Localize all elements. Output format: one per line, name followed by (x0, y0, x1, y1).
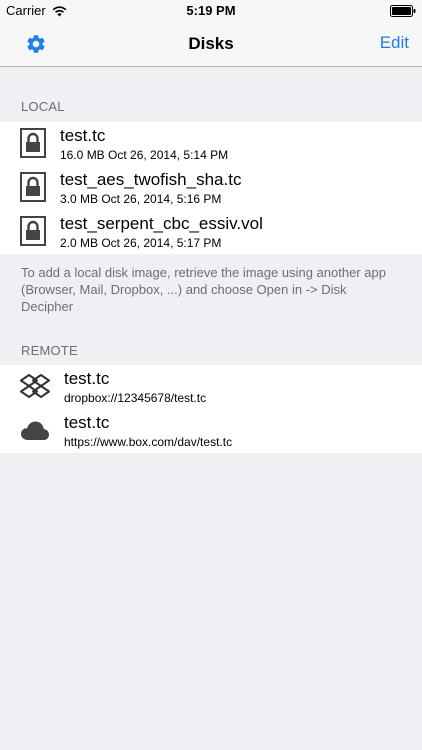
local-section-header: LOCAL (21, 99, 65, 114)
disk-name: test.tc (60, 126, 106, 145)
dropbox-icon (20, 374, 50, 398)
disk-detail: 16.0 MB Oct 26, 2014, 5:14 PM (60, 148, 229, 162)
remote-disk-list: test.tc dropbox://12345678/test.tc test.… (0, 365, 422, 453)
disk-detail: https://www.box.com/dav/test.tc (64, 435, 233, 449)
status-time: 5:19 PM (186, 3, 236, 18)
page-title: Disks (188, 34, 234, 53)
local-section-footer: To add a local disk image, retrieve the … (21, 265, 386, 314)
disk-name: test.tc (64, 369, 110, 388)
disk-detail: 3.0 MB Oct 26, 2014, 5:16 PM (60, 192, 222, 206)
local-disk-row[interactable]: test_aes_twofish_sha.tc 3.0 MB Oct 26, 2… (0, 166, 422, 210)
local-disk-row[interactable]: test.tc 16.0 MB Oct 26, 2014, 5:14 PM (0, 122, 422, 166)
nav-bar: Disks Edit (0, 22, 422, 67)
status-bar: Carrier 5:19 PM (0, 0, 422, 22)
lock-icon (20, 128, 46, 158)
local-disk-list: test.tc 16.0 MB Oct 26, 2014, 5:14 PM te… (0, 122, 422, 254)
lock-icon (20, 172, 46, 202)
disk-name: test_serpent_cbc_essiv.vol (60, 214, 263, 233)
local-disk-row[interactable]: test_serpent_cbc_essiv.vol 2.0 MB Oct 26… (0, 210, 422, 254)
battery-icon (390, 5, 416, 17)
lock-icon (20, 216, 46, 246)
remote-disk-row[interactable]: test.tc dropbox://12345678/test.tc (0, 365, 422, 409)
cloud-icon (21, 421, 49, 440)
disk-detail: dropbox://12345678/test.tc (64, 391, 207, 405)
disk-detail: 2.0 MB Oct 26, 2014, 5:17 PM (60, 236, 222, 250)
edit-button[interactable]: Edit (380, 33, 409, 53)
disk-name: test.tc (64, 413, 110, 432)
remote-section-header: REMOTE (21, 343, 78, 358)
disk-name: test_aes_twofish_sha.tc (60, 170, 242, 189)
remote-disk-row[interactable]: test.tc https://www.box.com/dav/test.tc (0, 409, 422, 453)
